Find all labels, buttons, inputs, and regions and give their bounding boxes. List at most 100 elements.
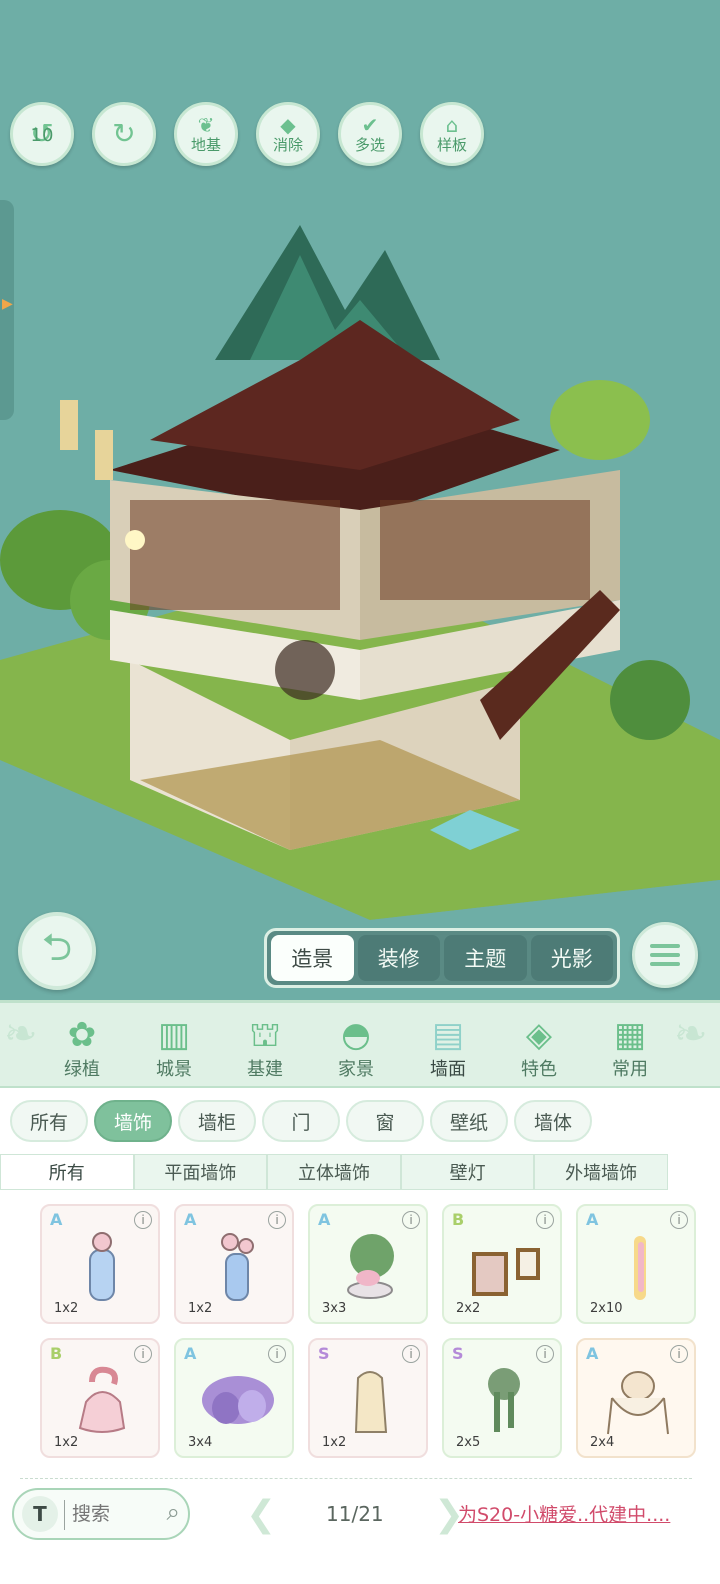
side-drawer-tab[interactable]: ▶ [0, 200, 14, 420]
item-card[interactable]: S i 2x5 [442, 1338, 562, 1458]
foundation-label: 地基 [190, 136, 221, 154]
menu-button[interactable] [632, 922, 698, 988]
tab-lighting[interactable]: 光影 [530, 935, 613, 981]
info-icon[interactable]: i [536, 1211, 554, 1229]
filter-3d-decor[interactable]: 立体墙饰 [267, 1154, 401, 1190]
search-input[interactable] [72, 1498, 162, 1530]
filter-flat-decor[interactable]: 平面墙饰 [133, 1154, 268, 1190]
grade-badge: A [318, 1210, 331, 1229]
grade-badge: A [586, 1210, 599, 1229]
blue-wall-vase-icon [221, 1233, 254, 1301]
size-label: 1x2 [54, 1435, 79, 1450]
mode-tab-bar: 造景 装修 主题 光影 [264, 928, 620, 988]
info-icon[interactable]: i [134, 1211, 152, 1229]
construction-icon: ⛫ [249, 1015, 281, 1055]
template-label: 样板 [436, 136, 467, 154]
menu-icon-bar [650, 953, 680, 957]
info-icon[interactable]: i [402, 1211, 420, 1229]
undo-count: 10 [30, 125, 54, 146]
item-card[interactable]: A i 2x10 [576, 1204, 696, 1324]
size-label: 3x3 [322, 1301, 347, 1316]
category-plants[interactable]: ✿ 绿植 [42, 1007, 122, 1087]
item-card[interactable]: A i 1x2 [174, 1204, 294, 1324]
info-icon[interactable]: i [402, 1345, 420, 1363]
size-label: 2x10 [590, 1301, 623, 1316]
size-label: 1x2 [322, 1435, 347, 1450]
subtab-door[interactable]: 门 [262, 1100, 340, 1142]
tab-landscape[interactable]: 造景 [271, 935, 354, 981]
category-common[interactable]: ▦ 常用 [590, 1007, 670, 1087]
size-label: 1x2 [188, 1301, 213, 1316]
subtab-wall-cabinet[interactable]: 墙柜 [178, 1100, 256, 1142]
menu-icon-bar [650, 962, 680, 966]
size-label: 2x2 [456, 1301, 481, 1316]
info-icon[interactable]: i [536, 1345, 554, 1363]
category-label: 特色 [521, 1059, 557, 1080]
item-card[interactable]: B i 2x2 [442, 1204, 562, 1324]
search-icon[interactable]: ⌕ [167, 1498, 180, 1526]
size-label: 3x4 [188, 1435, 213, 1450]
grade-badge: A [586, 1344, 599, 1363]
subtab-wall-body[interactable]: 墙体 [514, 1100, 592, 1142]
category-label: 城景 [156, 1059, 192, 1080]
eraser-label: 消除 [272, 136, 303, 154]
search-box: T ⌕ [12, 1488, 190, 1540]
redo-button[interactable]: ↻ [92, 102, 156, 166]
item-card[interactable]: B i 1x2 [40, 1338, 160, 1458]
potted-plant-icon [347, 1234, 394, 1299]
wall-frames-icon [472, 1248, 540, 1296]
foundation-icon: ❦ [197, 113, 215, 137]
eraser-button[interactable]: ◆ 消除 [256, 102, 320, 166]
category-construction[interactable]: ⛫ 基建 [225, 1007, 305, 1087]
grade-badge: A [184, 1210, 197, 1229]
template-button[interactable]: ⌂ 样板 [420, 102, 484, 166]
swirl-decoration-icon: ❧ [4, 1011, 38, 1057]
game-scene[interactable]: ↺ 10 ↻ ❦ 地基 ◆ 消除 ✔ 多选 ⌂ 样板 ▶ ⮌ 造景 装修 主题 … [0, 0, 720, 1000]
prev-page-button[interactable]: ❮ [246, 1494, 276, 1535]
item-card[interactable]: S i 1x2 [308, 1338, 428, 1458]
category-city[interactable]: ▥ 城景 [134, 1007, 214, 1087]
calendar-icon: ▦ [613, 1015, 647, 1055]
subtab-window[interactable]: 窗 [346, 1100, 424, 1142]
blue-wall-bottle-icon [89, 1232, 115, 1301]
category-label: 基建 [247, 1059, 283, 1080]
subtab-all[interactable]: 所有 [10, 1100, 88, 1142]
info-icon[interactable]: i [670, 1345, 688, 1363]
info-icon[interactable]: i [268, 1211, 286, 1229]
info-icon[interactable]: i [268, 1345, 286, 1363]
page-indicator: 11/21 [326, 1502, 384, 1526]
grade-badge: S [452, 1344, 464, 1363]
hanging-flowers-icon [634, 1236, 646, 1300]
vine-plant-icon [488, 1368, 520, 1432]
subtab-wallpaper[interactable]: 壁纸 [430, 1100, 508, 1142]
build-status-text[interactable]: 为S20-小糖爱..代建中.... [458, 1500, 670, 1527]
text-search-icon[interactable]: T [22, 1496, 58, 1532]
item-card[interactable]: A i 3x4 [174, 1338, 294, 1458]
item-card[interactable]: A i 2x4 [576, 1338, 696, 1458]
item-card[interactable]: A i 1x2 [40, 1204, 160, 1324]
item-card[interactable]: A i 3x3 [308, 1204, 428, 1324]
filter-exterior-decor[interactable]: 外墙墙饰 [534, 1154, 668, 1190]
tab-theme[interactable]: 主题 [444, 935, 527, 981]
category-home-view[interactable]: ◓ 家景 [316, 1007, 396, 1087]
grade-badge: A [184, 1344, 197, 1363]
purple-wisteria-icon [202, 1376, 274, 1424]
info-icon[interactable]: i [670, 1211, 688, 1229]
info-icon[interactable]: i [134, 1345, 152, 1363]
back-button[interactable]: ⮌ [18, 912, 96, 990]
subtab-wall-decor[interactable]: 墙饰 [94, 1100, 172, 1142]
undo-button[interactable]: ↺ 10 [10, 102, 74, 166]
filter-wall-lamp[interactable]: 壁灯 [400, 1154, 535, 1190]
foundation-button[interactable]: ❦ 地基 [174, 102, 238, 166]
cream-curtain-icon [354, 1371, 388, 1433]
tab-decoration[interactable]: 装修 [357, 935, 440, 981]
grade-badge: B [452, 1210, 465, 1229]
cat-hammock-icon [607, 1371, 669, 1435]
back-arrow-icon: ⮌ [41, 924, 73, 969]
multi-select-button[interactable]: ✔ 多选 [338, 102, 402, 166]
category-feature[interactable]: ◈ 特色 [499, 1007, 579, 1087]
menu-icon [650, 944, 680, 948]
filter-all[interactable]: 所有 [0, 1154, 134, 1190]
chevron-right-icon: ▶ [2, 296, 13, 312]
category-wall[interactable]: ▤ 墙面 [408, 1007, 488, 1087]
